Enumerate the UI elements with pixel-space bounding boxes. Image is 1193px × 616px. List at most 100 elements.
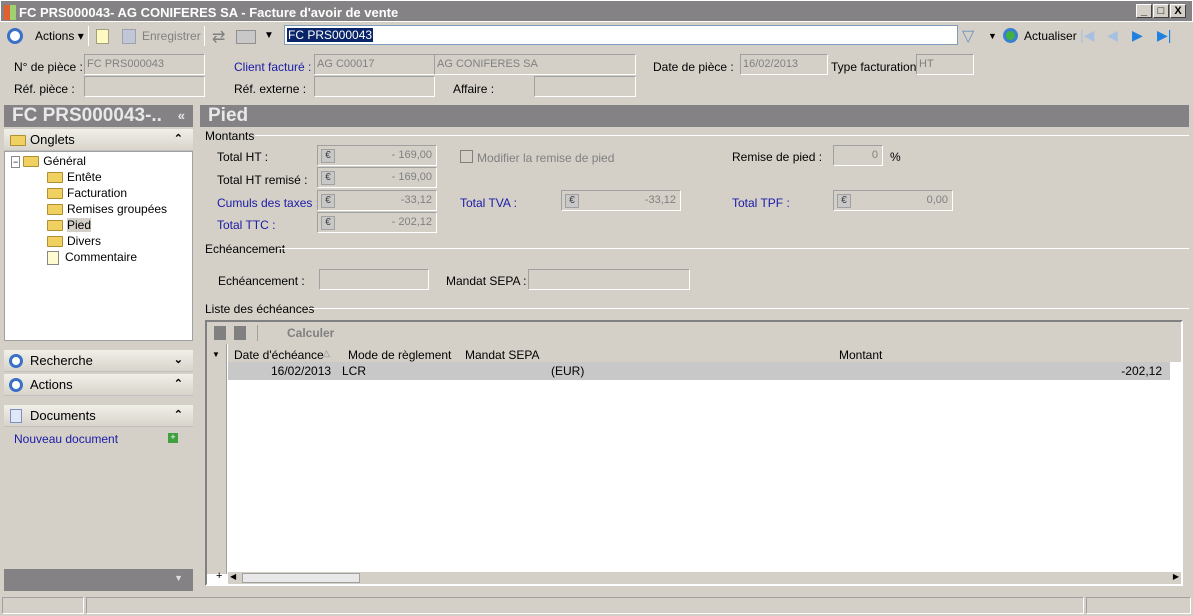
folder-icon [10, 135, 26, 146]
new-document-link[interactable]: Nouveau document [14, 432, 118, 446]
print-icon[interactable] [236, 30, 256, 44]
mandat-sepa-field[interactable] [528, 269, 690, 290]
tabs-tree: − Général Entête Facturation Remises grou… [4, 151, 193, 341]
ref-piece-label: Réf. pièce : [14, 82, 75, 96]
column-header-date[interactable]: Date d'échéance [234, 348, 324, 362]
tree-label: Commentaire [65, 250, 138, 264]
scroll-right-icon[interactable]: ▶ [1173, 572, 1179, 581]
value: 0,00 [926, 194, 948, 206]
tree-label: Facturation [67, 186, 128, 200]
total-tpf-field[interactable]: €0,00 [833, 190, 953, 211]
tree-item-facturation[interactable]: Facturation [47, 185, 127, 201]
euro-icon: € [565, 194, 579, 208]
new-document-icon[interactable] [96, 29, 109, 44]
last-record-icon[interactable]: ▶| [1157, 27, 1171, 44]
total-tva-field[interactable]: € -33,12 [561, 190, 681, 211]
collapse-node-icon[interactable]: − [11, 156, 21, 168]
horizontal-scrollbar[interactable]: + ◀ ▶ [216, 570, 1181, 584]
open-folder-icon [47, 220, 63, 232]
first-record-icon[interactable]: |◀ [1080, 27, 1094, 44]
chevron-up-icon[interactable]: ⌃ [174, 132, 183, 145]
tree-item-entete[interactable]: Entête [47, 169, 102, 185]
calculer-button[interactable]: Calculer [287, 326, 334, 340]
next-record-icon[interactable]: ▶ [1132, 27, 1143, 44]
tree-item-general[interactable]: − Général [11, 153, 86, 169]
add-icon[interactable]: + [168, 433, 178, 443]
chevron-up-icon[interactable]: ⌃ [174, 408, 183, 421]
search-value: FC PRS000043 [287, 28, 374, 42]
table-row[interactable]: 16/02/2013 LCR (EUR) -202,12 [228, 362, 1170, 380]
refresh-button[interactable]: Actualiser [1024, 29, 1077, 43]
scroll-left-icon[interactable]: ◀ [230, 572, 236, 581]
add-row-icon[interactable] [214, 326, 226, 340]
actions-section-label: Actions [30, 377, 73, 392]
recherche-section-header[interactable]: Recherche ⌄ [4, 350, 193, 372]
affaire-field[interactable] [534, 76, 636, 97]
date-label: Date de pièce : [653, 60, 734, 74]
minimize-button[interactable]: _ [1136, 4, 1152, 18]
tree-item-commentaire[interactable]: Commentaire [47, 249, 137, 265]
total-ttc-field[interactable]: € - 202,12 [317, 212, 437, 233]
search-input[interactable]: FC PRS000043 [284, 25, 958, 45]
close-button[interactable]: X [1170, 4, 1186, 18]
sidebar-footer-dropdown-icon[interactable]: ▼ [4, 569, 193, 591]
previous-record-icon[interactable]: ◀ [1107, 27, 1118, 44]
print-dropdown-icon[interactable]: ▼ [264, 30, 274, 41]
add-icon[interactable]: + [216, 570, 222, 582]
main-panel-title: Pied [200, 105, 1189, 127]
ref-externe-field[interactable] [314, 76, 435, 97]
euro-icon: € [321, 149, 335, 163]
divider [255, 135, 1189, 136]
client-code-field[interactable]: AG C00017 [314, 54, 435, 75]
cumuls-taxes-link[interactable]: Cumuls des taxes : [217, 196, 319, 210]
scrollbar-thumb[interactable] [242, 573, 360, 583]
column-chooser-icon[interactable]: ▼ [212, 350, 220, 359]
value: -33,12 [644, 194, 676, 206]
cumuls-taxes-field[interactable]: € -33,12 [317, 190, 437, 211]
tree-item-divers[interactable]: Divers [47, 233, 101, 249]
maximize-button[interactable]: □ [1153, 4, 1169, 18]
column-header-montant[interactable]: Montant [839, 348, 882, 362]
actions-menu-button[interactable]: Actions ▾ [35, 29, 84, 43]
chevron-up-icon[interactable]: ⌃ [174, 377, 183, 390]
save-button[interactable]: Enregistrer [142, 29, 201, 43]
ref-externe-label: Réf. externe : [234, 82, 307, 96]
total-tpf-link[interactable]: Total TPF : [732, 196, 790, 210]
type-facturation-field[interactable]: HT [916, 54, 974, 75]
remise-pied-field[interactable]: 0 [833, 145, 883, 166]
tree-item-pied[interactable]: Pied [47, 217, 92, 233]
folder-icon [47, 188, 63, 200]
divider [308, 308, 1189, 309]
onglets-section-header[interactable]: Onglets ⌃ [4, 129, 193, 151]
delete-row-icon[interactable] [234, 326, 246, 340]
actions-section-header[interactable]: Actions ⌃ [4, 374, 193, 396]
filter-dropdown-icon[interactable]: ▼ [988, 31, 997, 41]
sync-icon[interactable]: ⇄ [212, 27, 225, 47]
num-piece-label: N° de pièce : [14, 60, 83, 74]
client-label-link[interactable]: Client facturé : [234, 60, 311, 74]
mandat-sepa-label: Mandat SEPA : [446, 274, 527, 288]
total-ht-remise-field[interactable]: € - 169,00 [317, 167, 437, 188]
echeancement-field[interactable] [319, 269, 429, 290]
collapse-sidebar-button[interactable]: « [178, 108, 185, 123]
app-logo-icon [4, 5, 16, 20]
modifier-remise-checkbox[interactable] [460, 150, 473, 163]
date-field[interactable]: 16/02/2013 [740, 54, 828, 75]
total-tva-link[interactable]: Total TVA : [460, 196, 517, 210]
column-header-mandat[interactable]: Mandat SEPA [465, 348, 539, 362]
total-ht-field[interactable]: € - 169,00 [317, 145, 437, 166]
ref-piece-field[interactable] [84, 76, 205, 97]
echeancement-label: Echéancement : [218, 274, 305, 288]
tree-item-remises-groupees[interactable]: Remises groupées [47, 201, 167, 217]
documents-section-header[interactable]: Documents ⌃ [4, 405, 193, 427]
total-ttc-link[interactable]: Total TTC : [217, 218, 275, 232]
num-piece-field[interactable]: FC PRS000043 [84, 54, 205, 75]
tree-label: Général [43, 154, 86, 168]
client-name-field[interactable]: AG CONIFERES SA [434, 54, 636, 75]
folder-icon [23, 156, 40, 168]
filter-icon[interactable]: ▽ [962, 26, 974, 46]
folder-icon [47, 236, 63, 248]
column-header-mode[interactable]: Mode de règlement [348, 348, 451, 362]
chevron-down-icon[interactable]: ⌄ [174, 353, 183, 366]
total-ht-label: Total HT : [217, 150, 269, 164]
